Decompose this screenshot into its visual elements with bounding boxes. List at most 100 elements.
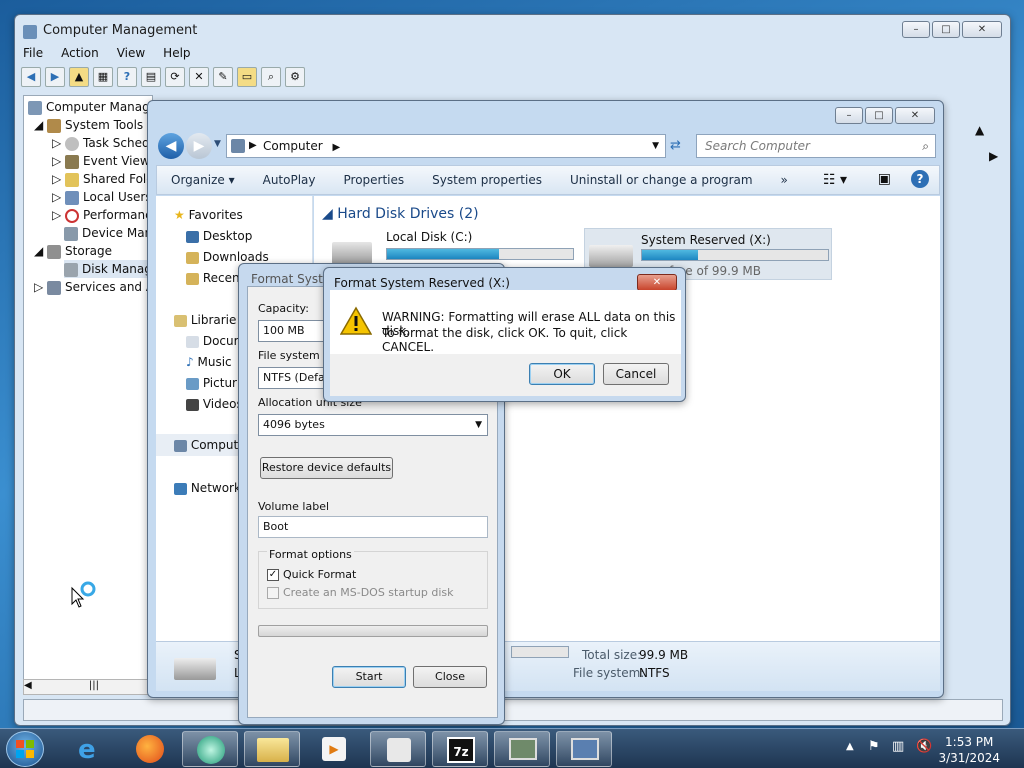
tree-event-viewer[interactable]: ▷ Event Viewe <box>52 152 157 170</box>
menu-view[interactable]: View <box>117 46 145 60</box>
address-bar[interactable]: ▶ Computer ▶ ▼ <box>226 134 666 158</box>
back-icon[interactable]: ◀ <box>21 67 41 87</box>
menu-file[interactable]: File <box>23 46 43 60</box>
refresh-icon[interactable]: ⇄ <box>670 138 681 153</box>
start-button[interactable]: Start <box>332 666 406 688</box>
more-actions-arrow-icon[interactable]: ▶ <box>989 149 998 163</box>
close-button[interactable]: ✕ <box>637 274 677 291</box>
system-clock[interactable]: 1:53 PM 3/31/2024 <box>938 734 1000 766</box>
7zip-icon[interactable]: 7z <box>432 731 488 767</box>
ie-icon[interactable]: e <box>62 731 118 767</box>
help-icon[interactable]: ? <box>911 170 929 188</box>
action-center-flag-icon[interactable]: ⚑ <box>868 739 880 754</box>
refresh-icon[interactable]: ⟳ <box>165 67 185 87</box>
menu-help[interactable]: Help <box>163 46 190 60</box>
nav-documents[interactable]: Docur <box>186 334 239 348</box>
event-viewer-icon <box>65 154 80 169</box>
nav-desktop[interactable]: Desktop <box>186 229 252 243</box>
more-commands-button[interactable]: » <box>767 173 802 187</box>
tree-task-scheduler[interactable]: ▷ Task Schedu <box>52 134 157 152</box>
system-properties-button[interactable]: System properties <box>418 173 556 187</box>
close-button[interactable]: Close <box>413 666 487 688</box>
videos-icon <box>186 398 199 411</box>
nav-pictures[interactable]: Pictur <box>186 376 237 390</box>
firefox-icon[interactable] <box>122 731 178 767</box>
music-icon: ♪ <box>186 355 194 369</box>
recent-pages-dropdown[interactable]: ▼ <box>214 139 221 149</box>
maximize-button[interactable]: □ <box>865 107 893 124</box>
nav-recent[interactable]: Recen <box>186 271 240 285</box>
autoplay-button[interactable]: AutoPlay <box>249 173 330 187</box>
computer-management-icon[interactable] <box>556 731 612 767</box>
start-button[interactable] <box>6 731 44 767</box>
tree-device-manager[interactable]: Device Man <box>64 224 152 242</box>
drive-usage-bar <box>641 249 829 261</box>
up-folder-icon[interactable]: ▲ <box>69 67 89 87</box>
back-button[interactable]: ◀ <box>158 133 184 159</box>
tree-disk-management[interactable]: Disk Manag <box>64 260 152 278</box>
action-pane-icon[interactable]: ▤ <box>141 67 161 87</box>
settings-icon[interactable]: ⚙ <box>285 67 305 87</box>
tree-local-users[interactable]: ▷ Local Users <box>52 188 152 206</box>
forward-button[interactable]: ▶ <box>186 133 212 159</box>
pictures-icon <box>186 377 199 390</box>
minimize-button[interactable]: – <box>902 21 930 38</box>
volume-label-input[interactable]: Boot <box>258 516 488 538</box>
uninstall-program-button[interactable]: Uninstall or change a program <box>556 173 767 187</box>
address-dropdown-icon[interactable]: ▼ <box>652 135 659 157</box>
open-icon[interactable]: ▭ <box>237 67 257 87</box>
network-icon[interactable] <box>494 731 550 767</box>
nav-network[interactable]: Network <box>174 481 241 495</box>
nav-music[interactable]: ♪ Music <box>186 355 232 369</box>
tree-storage[interactable]: ◢ Storage <box>34 242 112 260</box>
delete-icon[interactable]: ✕ <box>189 67 209 87</box>
close-button[interactable]: ✕ <box>962 21 1002 38</box>
computer-icon <box>231 139 245 153</box>
forward-icon[interactable]: ▶ <box>45 67 65 87</box>
volume-muted-icon[interactable]: 🔇 <box>916 739 932 754</box>
organize-button[interactable]: Organize ▾ <box>157 173 249 187</box>
nav-videos[interactable]: Videos <box>186 397 243 411</box>
nav-libraries[interactable]: Librarie <box>174 313 236 327</box>
tree-services[interactable]: ▷ Services and Ap <box>34 278 162 296</box>
restore-defaults-button[interactable]: Restore device defaults <box>260 457 393 479</box>
media-icon[interactable]: ▶ <box>306 731 362 767</box>
search-icon[interactable]: ⌕ <box>261 67 281 87</box>
quick-format-checkbox[interactable]: ✓ Quick Format <box>267 568 356 581</box>
device-manager-icon <box>64 226 78 241</box>
menu-action[interactable]: Action <box>61 46 99 60</box>
allocation-unit-select[interactable]: 4096 bytes ▼ <box>258 414 488 436</box>
ok-button[interactable]: OK <box>529 363 595 385</box>
minimize-button[interactable]: – <box>835 107 863 124</box>
storage-icon <box>47 244 62 259</box>
details-usage-bar <box>511 646 569 658</box>
properties-button[interactable]: Properties <box>330 173 419 187</box>
recent-places-icon <box>186 272 199 285</box>
show-tree-icon[interactable]: ▦ <box>93 67 113 87</box>
help-icon[interactable]: ? <box>117 67 137 87</box>
preview-pane-icon[interactable]: ▣ <box>878 171 891 187</box>
properties-icon[interactable]: ✎ <box>213 67 233 87</box>
tree-scrollbar[interactable]: ◀ ||| <box>23 679 153 695</box>
taskbar: e ▶ 7z ▲ ⚑ ▥ 🔇 1:53 PM 3/31/2024 <box>0 728 1024 768</box>
maximize-button[interactable]: □ <box>932 21 960 38</box>
view-options-icon[interactable]: ☷ ▾ <box>823 172 847 188</box>
nav-downloads[interactable]: Downloads <box>186 250 269 264</box>
cancel-button[interactable]: Cancel <box>603 363 669 385</box>
tree-performance[interactable]: ▷ Performanc <box>52 206 152 224</box>
show-hidden-icons[interactable]: ▲ <box>846 741 854 752</box>
nav-favorites[interactable]: ★ Favorites <box>174 208 243 222</box>
warning-message-area: WARNING: Formatting will erase ALL data … <box>330 290 681 354</box>
explorer-icon[interactable] <box>244 731 300 767</box>
app-icon[interactable] <box>182 731 238 767</box>
collapse-arrow-icon[interactable]: ▲ <box>975 123 984 137</box>
group-header[interactable]: ◢ Hard Disk Drives (2) <box>322 206 479 222</box>
disk-icon[interactable] <box>370 731 426 767</box>
network-status-icon[interactable]: ▥ <box>892 739 904 754</box>
tree-root[interactable]: Computer Manage <box>28 98 157 116</box>
close-button[interactable]: ✕ <box>895 107 935 124</box>
tree-shared-folders[interactable]: ▷ Shared Fold <box>52 170 154 188</box>
tree-system-tools[interactable]: ◢ System Tools <box>34 116 143 134</box>
search-input[interactable]: Search Computer ⌕ <box>696 134 936 158</box>
ms-dos-startup-checkbox[interactable]: Create an MS-DOS startup disk <box>267 586 454 599</box>
